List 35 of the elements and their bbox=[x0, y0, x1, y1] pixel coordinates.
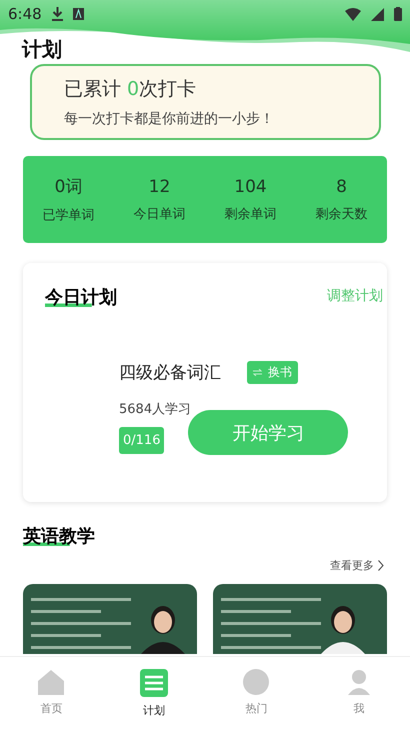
start-button[interactable]: 开始学习 bbox=[188, 410, 348, 455]
chevron-right-icon bbox=[378, 560, 384, 571]
page-title: 计划 bbox=[22, 37, 62, 61]
circle-icon bbox=[243, 669, 270, 695]
download-icon bbox=[52, 7, 63, 21]
home-icon bbox=[37, 669, 66, 695]
status-time: 6:48 bbox=[8, 5, 42, 23]
section-title: 今日计划 bbox=[45, 285, 117, 309]
battery-icon bbox=[394, 7, 402, 21]
sliders-icon bbox=[140, 669, 168, 697]
signal-icon bbox=[371, 8, 384, 20]
book-title: 四级必备词汇 bbox=[119, 362, 221, 384]
checkin-motto: 每一次打卡都是你前进的一小步！ bbox=[64, 110, 275, 128]
progress-tag: 0/116 bbox=[119, 427, 164, 454]
tab-item[interactable]: 热门 bbox=[205, 657, 308, 729]
switch-book-button[interactable]: 换书 bbox=[247, 361, 298, 384]
stat-value: 12 bbox=[148, 176, 170, 196]
stat-label: 已学单词 bbox=[42, 207, 94, 224]
stat-value: 104 bbox=[234, 176, 267, 196]
tab-item[interactable]: 首页 bbox=[0, 657, 102, 729]
checkin-count: 已累计 0次打卡 bbox=[64, 77, 198, 102]
stat-label: 剩余天数 bbox=[316, 206, 368, 222]
see-more-link[interactable]: 查看更多 bbox=[330, 558, 384, 573]
stat-label: 今日单词 bbox=[134, 206, 186, 222]
person-icon bbox=[346, 669, 371, 695]
swap-icon bbox=[253, 369, 262, 376]
tab-item[interactable]: 计划 bbox=[102, 657, 205, 729]
tab-item[interactable]: 我 bbox=[308, 657, 410, 729]
wifi-icon bbox=[345, 8, 361, 20]
section-title: 英语教学 bbox=[23, 524, 95, 548]
stat-value: 0词 bbox=[54, 176, 82, 198]
adjust-plan-link[interactable]: 调整计划 bbox=[327, 287, 383, 305]
stat-label: 剩余单词 bbox=[224, 206, 276, 222]
stat-value: 8 bbox=[336, 176, 347, 196]
notification-icon bbox=[72, 8, 84, 20]
